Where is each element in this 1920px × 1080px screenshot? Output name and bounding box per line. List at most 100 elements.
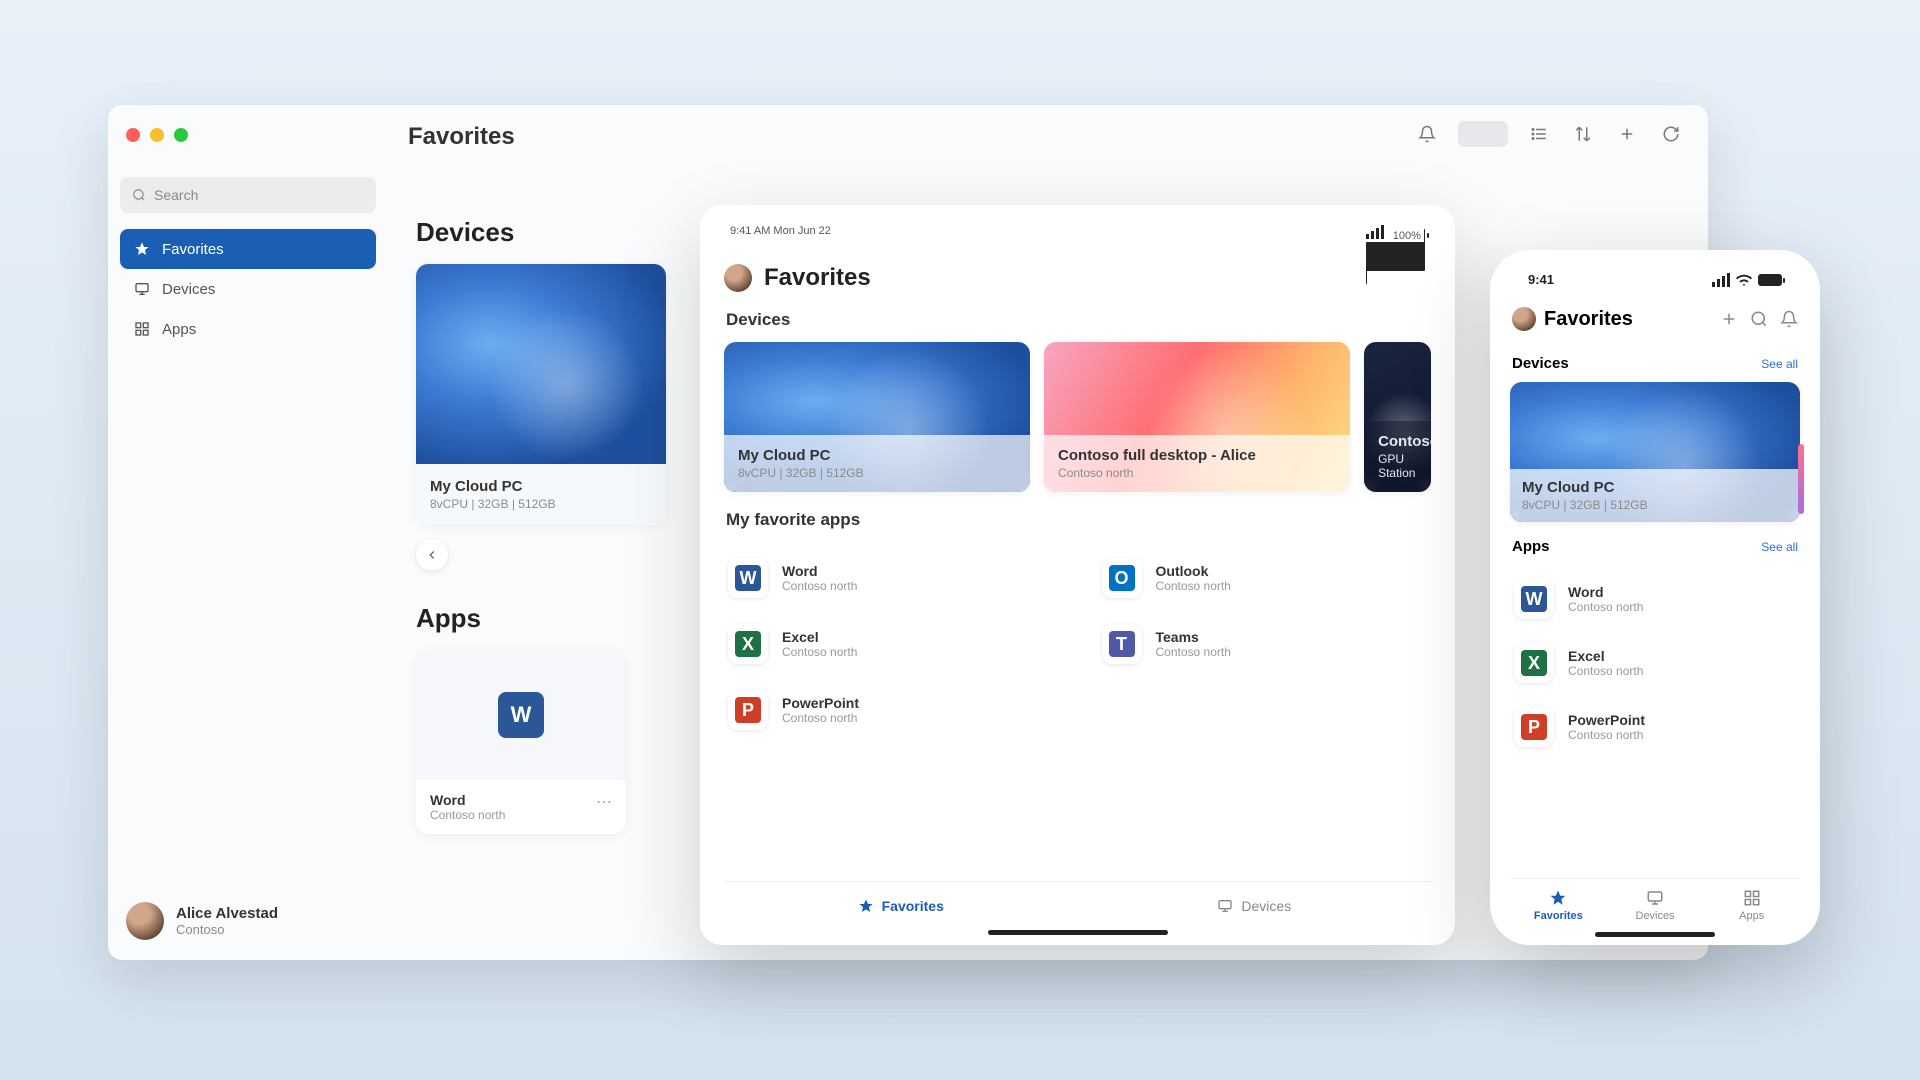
grid-icon [134, 321, 150, 337]
device-spec: Contoso north [1058, 466, 1336, 480]
sidebar-item-label: Apps [162, 321, 196, 338]
phone-tabbar: Favorites Devices Apps [1510, 878, 1800, 928]
tab-favorites[interactable]: Favorites [1510, 879, 1607, 928]
avatar[interactable] [1512, 307, 1536, 331]
word-icon: W [498, 692, 544, 738]
signal-icon [1366, 225, 1384, 239]
app-row[interactable]: X ExcelContoso north [1510, 635, 1800, 691]
search-placeholder: Search [154, 187, 198, 203]
star-icon [134, 241, 150, 257]
app-org: Contoso north [1568, 728, 1645, 742]
chevron-left-icon [425, 548, 439, 562]
app-row[interactable]: O OutlookContoso north [1098, 550, 1432, 606]
device-thumbnail [416, 264, 666, 464]
device-card[interactable]: Contoso full desktop - Alice Contoso nor… [1044, 342, 1350, 492]
phone-header: Favorites [1510, 299, 1800, 339]
app-org: Contoso north [1568, 600, 1643, 614]
app-org: Contoso north [1156, 579, 1231, 593]
device-name: My Cloud PC [1522, 479, 1788, 496]
close-dot[interactable] [126, 128, 140, 142]
app-row[interactable]: W WordContoso north [724, 550, 1058, 606]
app-org: Contoso north [1568, 664, 1643, 678]
app-name: Teams [1156, 629, 1231, 645]
tab-devices[interactable]: Devices [1607, 879, 1704, 928]
zoom-dot[interactable] [174, 128, 188, 142]
sidebar-item-label: Favorites [162, 241, 224, 258]
app-row[interactable]: X ExcelContoso north [724, 616, 1058, 672]
app-name: PowerPoint [782, 695, 859, 711]
monitor-icon [1646, 889, 1664, 907]
list-icon[interactable] [1526, 121, 1552, 147]
sort-icon[interactable] [1570, 121, 1596, 147]
device-card[interactable]: Contoso GPU Station [1364, 342, 1431, 492]
home-indicator[interactable] [1595, 932, 1715, 937]
app-card[interactable]: W Word Contoso north ⋯ [416, 650, 626, 834]
tab-label: Favorites [1534, 910, 1583, 922]
status-time: 9:41 AM Mon Jun 22 [730, 225, 831, 254]
app-row[interactable]: W WordContoso north [1510, 571, 1800, 627]
app-org: Contoso north [1156, 645, 1231, 659]
app-row[interactable]: T TeamsContoso north [1098, 616, 1432, 672]
app-name: Excel [1568, 648, 1643, 664]
star-icon [858, 898, 874, 914]
traffic-lights [126, 128, 188, 142]
search-icon[interactable] [1750, 310, 1768, 328]
minimize-dot[interactable] [150, 128, 164, 142]
bell-icon[interactable] [1414, 121, 1440, 147]
device-name: Contoso [1378, 433, 1417, 450]
app-org: Contoso north [782, 579, 857, 593]
sidebar-item-apps[interactable]: Apps [120, 309, 376, 349]
tab-apps[interactable]: Apps [1703, 879, 1800, 928]
app-row[interactable]: P PowerPointContoso north [724, 682, 1058, 738]
app-name: PowerPoint [1568, 712, 1645, 728]
device-card[interactable]: My Cloud PC 8vCPU | 32GB | 512GB [416, 264, 666, 525]
apps-list: W WordContoso north X ExcelContoso north… [1510, 571, 1800, 755]
section-apps-title: Apps [1512, 538, 1550, 555]
more-icon[interactable]: ⋯ [596, 792, 612, 812]
tab-devices[interactable]: Devices [1078, 882, 1432, 930]
toolbar [1414, 121, 1684, 147]
sidebar-item-favorites[interactable]: Favorites [120, 229, 376, 269]
device-name: Contoso full desktop - Alice [1058, 447, 1336, 464]
device-row: My Cloud PC 8vCPU | 32GB | 512GB Contoso… [724, 342, 1431, 492]
phone-window: 9:41 Favorites Devices See all My Cloud … [1490, 250, 1820, 945]
carousel-peek[interactable] [1798, 444, 1804, 514]
app-name: Excel [782, 629, 857, 645]
excel-icon: X [728, 624, 768, 664]
powerpoint-icon: P [728, 690, 768, 730]
app-name: Word [430, 792, 505, 808]
see-all-devices[interactable]: See all [1761, 357, 1798, 371]
device-card[interactable]: My Cloud PC 8vCPU | 32GB | 512GB [1510, 382, 1800, 522]
add-icon[interactable] [1720, 310, 1738, 328]
user-profile[interactable]: Alice Alvestad Contoso [120, 894, 376, 948]
tablet-header: Favorites [724, 264, 1431, 292]
see-all-apps[interactable]: See all [1761, 540, 1798, 554]
bell-icon[interactable] [1780, 310, 1798, 328]
add-icon[interactable] [1614, 121, 1640, 147]
search-input[interactable]: Search [120, 177, 376, 213]
sidebar-item-devices[interactable]: Devices [120, 269, 376, 309]
phone-status-bar: 9:41 [1510, 268, 1800, 299]
home-indicator[interactable] [988, 930, 1168, 935]
view-segment[interactable] [1458, 121, 1508, 147]
refresh-icon[interactable] [1658, 121, 1684, 147]
sidebar: Search Favorites Devices Apps Alice Alve… [108, 165, 388, 960]
powerpoint-icon: P [1514, 707, 1554, 747]
device-card[interactable]: My Cloud PC 8vCPU | 32GB | 512GB [724, 342, 1030, 492]
star-icon [1549, 889, 1567, 907]
tab-label: Devices [1635, 910, 1674, 922]
grid-icon [1743, 889, 1761, 907]
avatar [126, 902, 164, 940]
device-name: My Cloud PC [738, 447, 1016, 464]
section-apps-title: My favorite apps [726, 510, 1429, 530]
status-time: 9:41 [1528, 272, 1554, 287]
avatar[interactable] [724, 264, 752, 292]
tablet-status-bar: 9:41 AM Mon Jun 22 100% [724, 223, 1431, 264]
prev-arrow[interactable] [416, 539, 448, 571]
tablet-window: 9:41 AM Mon Jun 22 100% Favorites Device… [700, 205, 1455, 945]
section-devices-title: Devices [726, 310, 1429, 330]
monitor-icon [1217, 898, 1233, 914]
device-name: My Cloud PC [430, 478, 652, 495]
tab-favorites[interactable]: Favorites [724, 882, 1078, 930]
app-row[interactable]: P PowerPointContoso north [1510, 699, 1800, 755]
